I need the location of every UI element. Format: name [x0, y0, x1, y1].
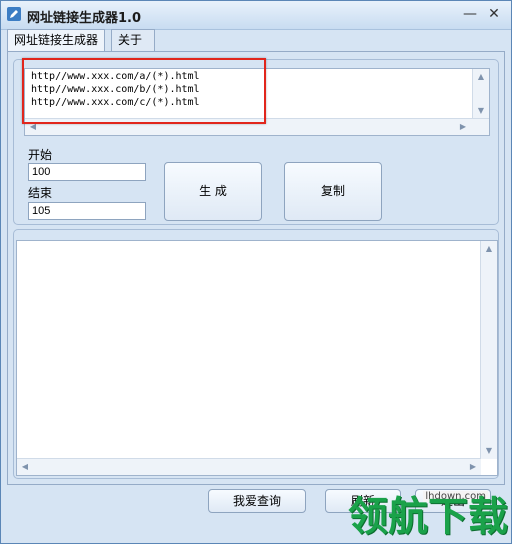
scroll-up-icon[interactable]: ▲: [481, 241, 497, 257]
scroll-right-icon[interactable]: ▶: [465, 459, 481, 475]
title-bar: 网址链接生成器1.0 — ✕: [1, 1, 511, 30]
highlight-box: [22, 58, 266, 124]
vertical-scrollbar[interactable]: ▲ ▼: [472, 69, 489, 119]
output-textarea[interactable]: ▲ ▼ ◀ ▶: [16, 240, 498, 476]
horizontal-scrollbar[interactable]: ◀ ▶: [17, 458, 481, 475]
output-group: ▲ ▼ ◀ ▶: [13, 229, 499, 479]
end-input[interactable]: [28, 202, 146, 220]
minimize-button[interactable]: —: [461, 6, 479, 22]
watermark-logo: 领航下载: [348, 494, 508, 540]
scroll-right-icon[interactable]: ▶: [455, 119, 471, 135]
generate-button[interactable]: 生 成: [164, 162, 262, 221]
start-input[interactable]: [28, 163, 146, 181]
start-label: 开始: [28, 148, 53, 162]
vertical-scrollbar[interactable]: ▲ ▼: [480, 241, 497, 459]
pencil-icon: [7, 7, 21, 21]
query-button[interactable]: 我爱查询: [208, 489, 306, 513]
copy-button[interactable]: 复制: [284, 162, 382, 221]
tab-generator[interactable]: 网址链接生成器: [7, 29, 105, 52]
scroll-up-icon[interactable]: ▲: [473, 69, 489, 85]
scroll-left-icon[interactable]: ◀: [17, 459, 33, 475]
close-button[interactable]: ✕: [485, 6, 503, 22]
scroll-down-icon[interactable]: ▼: [473, 103, 489, 119]
window-title: 网址链接生成器1.0: [27, 11, 142, 26]
end-label: 结束: [28, 186, 53, 200]
tab-about[interactable]: 关于: [111, 29, 155, 51]
scroll-down-icon[interactable]: ▼: [481, 443, 497, 459]
